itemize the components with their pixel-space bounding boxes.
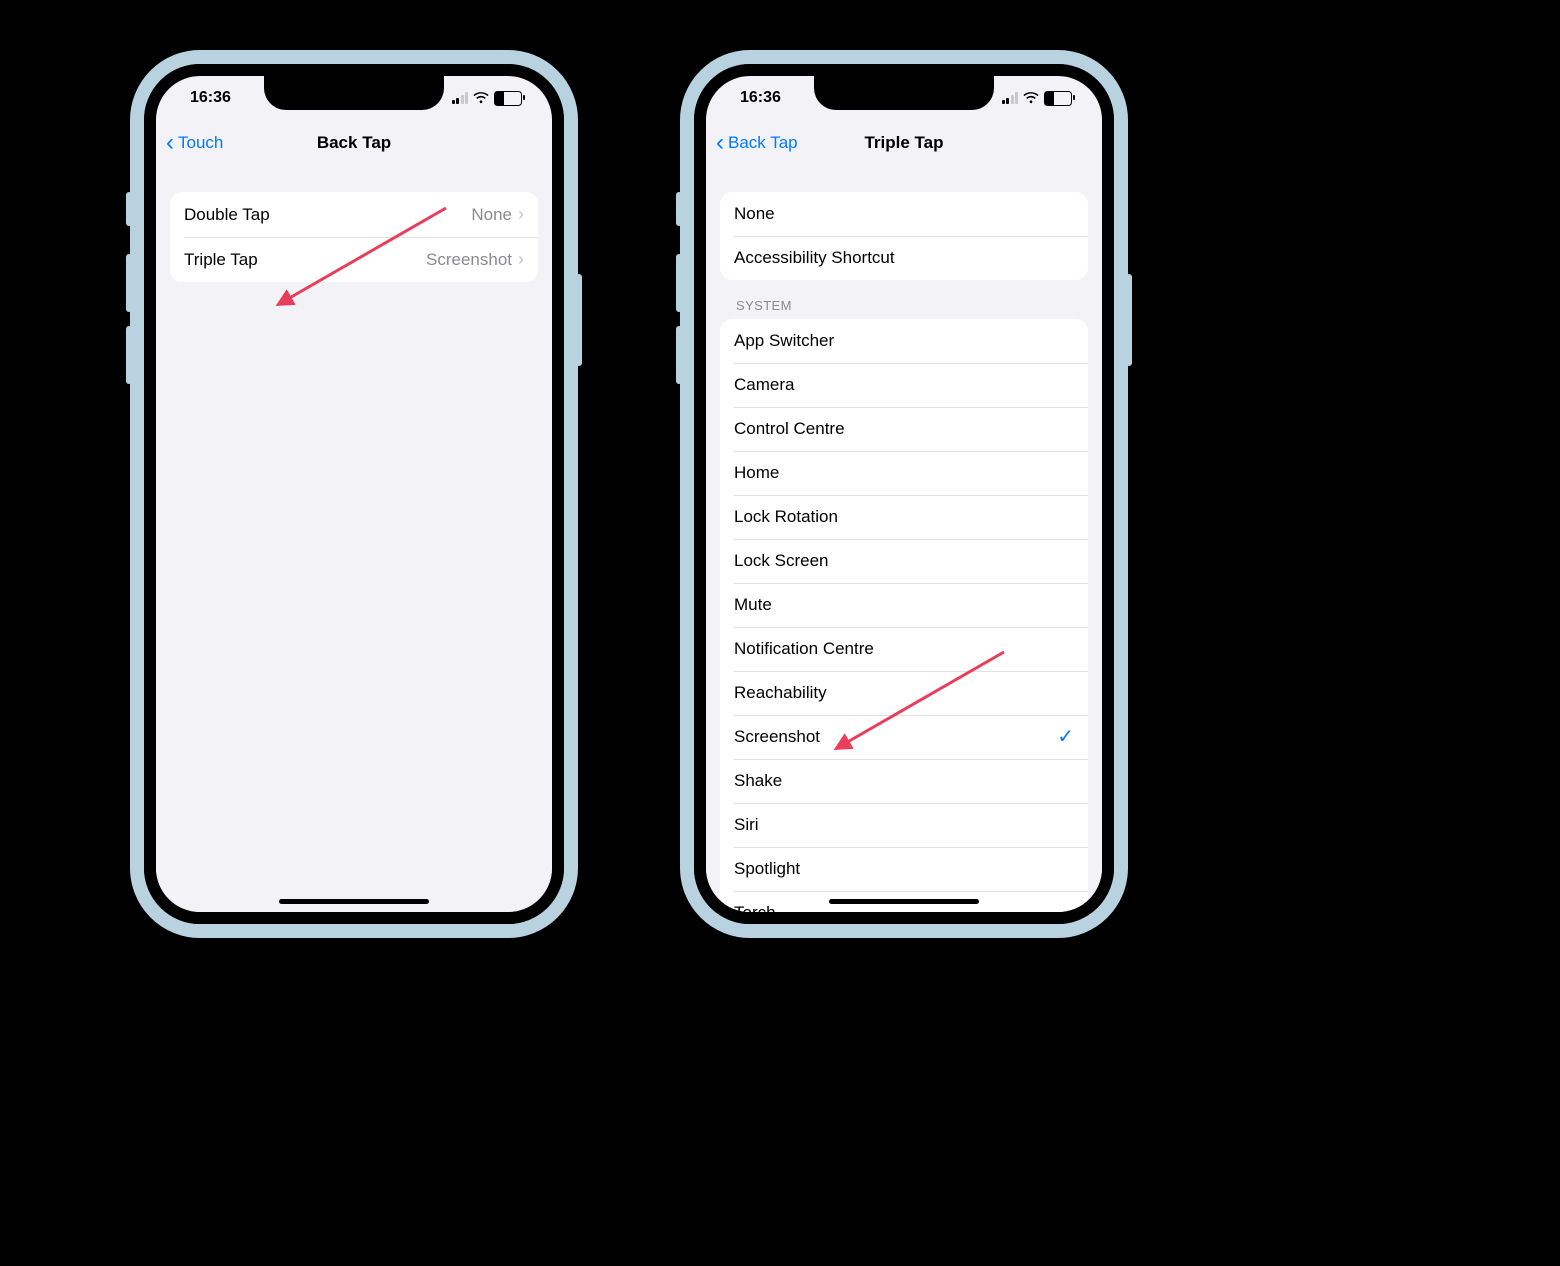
row-label: Notification Centre [734,639,1074,659]
home-indicator[interactable] [829,899,979,904]
row-label: App Switcher [734,331,1074,351]
row-label: Accessibility Shortcut [734,248,1074,268]
system-group: App Switcher Camera Control Centre Home Lock… [720,319,1088,912]
battery-icon [494,91,522,106]
row-label: Camera [734,375,1074,395]
system-row-mute[interactable]: Mute [720,583,1088,627]
cellular-signal-icon [452,92,469,104]
silent-switch [676,192,682,226]
power-button [576,274,582,366]
system-row-shake[interactable]: Shake [720,759,1088,803]
system-row-spotlight[interactable]: Spotlight [720,847,1088,891]
row-value: Screenshot [426,250,512,270]
status-time: 16:36 [740,89,781,107]
row-label: Mute [734,595,1074,615]
row-label: Home [734,463,1074,483]
top-group: None Accessibility Shortcut [720,192,1088,280]
row-label: Control Centre [734,419,1074,439]
row-label: None [734,204,1074,224]
row-label: Reachability [734,683,1074,703]
system-row-lock-screen[interactable]: Lock Screen [720,539,1088,583]
row-label: Torch [734,903,1074,912]
settings-group: Double Tap None › Triple Tap Screenshot … [170,192,538,282]
row-label: Triple Tap [184,250,426,270]
system-row-reachability[interactable]: Reachability [720,671,1088,715]
content: Double Tap None › Triple Tap Screenshot … [156,172,552,912]
back-button[interactable]: ‹ Touch [166,120,223,166]
system-row-siri[interactable]: Siri [720,803,1088,847]
nav-bar: ‹ Touch Back Tap [156,120,552,166]
system-row-lock-rotation[interactable]: Lock Rotation [720,495,1088,539]
system-section-header: SYSTEM [720,298,1088,319]
power-button [1126,274,1132,366]
back-button[interactable]: ‹ Back Tap [716,120,798,166]
volume-up-button [126,254,132,312]
silent-switch [126,192,132,226]
volume-down-button [126,326,132,384]
double-tap-row[interactable]: Double Tap None › [170,192,538,237]
notch [814,76,994,110]
battery-icon [1044,91,1072,106]
back-label: Back Tap [728,133,798,153]
wifi-icon [473,92,489,104]
system-row-app-switcher[interactable]: App Switcher [720,319,1088,363]
phone-right: 16:36 ‹ Back Tap Triple Tap [680,50,1128,938]
back-label: Touch [178,133,223,153]
chevron-right-icon: › [518,204,524,225]
row-label: Screenshot [734,727,1057,747]
checkmark-icon: ✓ [1057,727,1074,747]
row-label: Siri [734,815,1074,835]
row-label: Spotlight [734,859,1074,879]
row-value: None [471,205,512,225]
row-label: Lock Rotation [734,507,1074,527]
system-row-screenshot[interactable]: Screenshot✓ [720,715,1088,759]
chevron-left-icon: ‹ [166,131,174,155]
page-title: Back Tap [317,133,391,153]
triple-tap-row[interactable]: Triple Tap Screenshot › [170,237,538,282]
status-time: 16:36 [190,89,231,107]
home-indicator[interactable] [279,899,429,904]
chevron-left-icon: ‹ [716,131,724,155]
accessibility-shortcut-row[interactable]: Accessibility Shortcut [720,236,1088,280]
screen-right: 16:36 ‹ Back Tap Triple Tap [694,64,1114,924]
cellular-signal-icon [1002,92,1019,104]
row-label: Shake [734,771,1074,791]
system-row-control-centre[interactable]: Control Centre [720,407,1088,451]
row-label: Lock Screen [734,551,1074,571]
page-title: Triple Tap [864,133,943,153]
nav-bar: ‹ Back Tap Triple Tap [706,120,1102,166]
system-row-notification-centre[interactable]: Notification Centre [720,627,1088,671]
screen-left: 16:36 ‹ Touch Back Tap [144,64,564,924]
volume-up-button [676,254,682,312]
none-row[interactable]: None [720,192,1088,236]
system-row-camera[interactable]: Camera [720,363,1088,407]
chevron-right-icon: › [518,249,524,270]
row-label: Double Tap [184,205,471,225]
volume-down-button [676,326,682,384]
wifi-icon [1023,92,1039,104]
content[interactable]: None Accessibility Shortcut SYSTEM App S… [706,172,1102,912]
system-row-home[interactable]: Home [720,451,1088,495]
phone-left: 16:36 ‹ Touch Back Tap [130,50,578,938]
notch [264,76,444,110]
